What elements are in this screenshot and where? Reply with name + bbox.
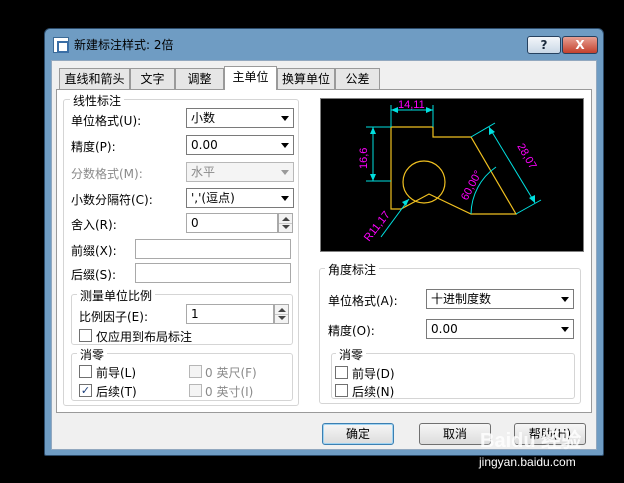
preview-arrowheads (370, 107, 535, 206)
angular-dimensions-label: 角度标注 (325, 261, 380, 278)
angular-leading-zero-label: 前导(D) (352, 367, 395, 381)
title-close-button[interactable]: X (562, 36, 598, 54)
unit-format-select[interactable]: 小数 (186, 108, 294, 128)
suffix-input[interactable] (135, 263, 291, 283)
tab-primary-units[interactable]: 主单位 (224, 66, 277, 90)
decimal-separator-label: 小数分隔符(C): (71, 193, 153, 207)
chevron-down-icon (281, 196, 289, 201)
fraction-format-label: 分数格式(M): (71, 167, 143, 181)
unit-format-label: 单位格式(U): (71, 114, 142, 128)
preview-dim-right: 28,07 (514, 142, 538, 172)
zero-feet-label: 0 英尺(F) (205, 366, 257, 380)
round-off-spinner[interactable] (278, 213, 293, 233)
spin-down-icon[interactable] (282, 225, 290, 229)
spin-up-icon[interactable] (282, 217, 290, 221)
spin-down-icon[interactable] (278, 316, 286, 320)
tab-tolerances[interactable]: 公差 (335, 68, 380, 89)
decimal-separator-select[interactable]: ','(逗点) (186, 188, 294, 208)
angular-unit-format-select[interactable]: 十进制度数 (426, 289, 574, 309)
zero-suppression-linear-label: 消零 (77, 346, 108, 363)
suffix-label: 后缀(S): (71, 268, 117, 282)
window-title: 新建标注样式: 2倍 (74, 38, 174, 52)
preview-dim-lines (366, 105, 542, 238)
watermark-url: jingyan.baidu.com (479, 455, 576, 469)
leading-zero-label: 前导(L) (96, 366, 137, 380)
fraction-format-select: 水平 (186, 162, 294, 182)
chevron-down-icon (281, 170, 289, 175)
dimension-preview: 14,11 16,6 28,07 60,00° R11,17 (320, 98, 584, 252)
tab-fit[interactable]: 调整 (175, 68, 224, 89)
round-off-input[interactable]: 0 (186, 213, 278, 233)
preview-dim-angle: 60,00° (459, 169, 485, 203)
layout-only-checkbox[interactable] (79, 329, 92, 342)
precision-value: 0.00 (191, 138, 218, 152)
layout-only-label: 仅应用到布局标注 (96, 330, 193, 344)
angular-leading-zero-checkbox[interactable] (335, 366, 348, 379)
leading-zero-checkbox[interactable] (79, 365, 92, 378)
unit-format-value: 小数 (191, 111, 216, 125)
trailing-zero-checkbox[interactable]: ✓ (79, 384, 92, 397)
angular-precision-value: 0.00 (431, 322, 458, 336)
prefix-input[interactable] (135, 239, 291, 259)
preview-dim-left: 16,6 (358, 148, 370, 169)
scale-factor-input[interactable]: 1 (186, 304, 274, 324)
ok-button[interactable]: 确定 (322, 423, 394, 445)
chevron-down-icon (561, 297, 569, 302)
scale-factor-label: 比例因子(E): (79, 310, 148, 324)
round-off-label: 舍入(R): (71, 218, 117, 232)
angular-precision-select[interactable]: 0.00 (426, 319, 574, 339)
tab-lines-arrows[interactable]: 直线和箭头 (59, 68, 130, 89)
precision-select[interactable]: 0.00 (186, 135, 294, 155)
prefix-label: 前缀(X): (71, 244, 117, 258)
linear-dimensions-label: 线性标注 (70, 92, 125, 109)
angular-precision-label: 精度(O): (328, 324, 375, 338)
preview-dim-top: 14,11 (398, 99, 425, 111)
zero-suppression-angular-label: 消零 (336, 346, 367, 363)
zero-inches-label: 0 英寸(I) (205, 385, 254, 399)
zero-inches-checkbox (189, 384, 202, 397)
precision-label: 精度(P): (71, 140, 116, 154)
tab-alternate-units[interactable]: 换算单位 (277, 68, 335, 89)
angular-unit-format-label: 单位格式(A): (328, 294, 398, 308)
spin-up-icon[interactable] (278, 308, 286, 312)
title-help-button[interactable]: ? (527, 36, 561, 54)
decimal-separator-value: ','(逗点) (191, 191, 235, 205)
fraction-format-value: 水平 (191, 165, 216, 179)
scale-factor-spinner[interactable] (274, 304, 289, 324)
angular-trailing-zero-label: 后续(N) (352, 385, 395, 399)
chevron-down-icon (281, 116, 289, 121)
angular-unit-format-value: 十进制度数 (431, 292, 492, 306)
measurement-scale-label: 测量单位比例 (77, 287, 156, 304)
chevron-down-icon (561, 327, 569, 332)
app-icon (53, 37, 69, 53)
preview-dim-radius: R11,17 (362, 209, 393, 244)
chevron-down-icon (281, 143, 289, 148)
preview-drawing: 14,11 16,6 28,07 60,00° R11,17 (358, 99, 542, 244)
watermark-brand: Baidu 经验 (480, 430, 582, 452)
angular-trailing-zero-checkbox[interactable] (335, 384, 348, 397)
tab-text[interactable]: 文字 (130, 68, 175, 89)
trailing-zero-label: 后续(T) (96, 385, 137, 399)
zero-feet-checkbox (189, 365, 202, 378)
